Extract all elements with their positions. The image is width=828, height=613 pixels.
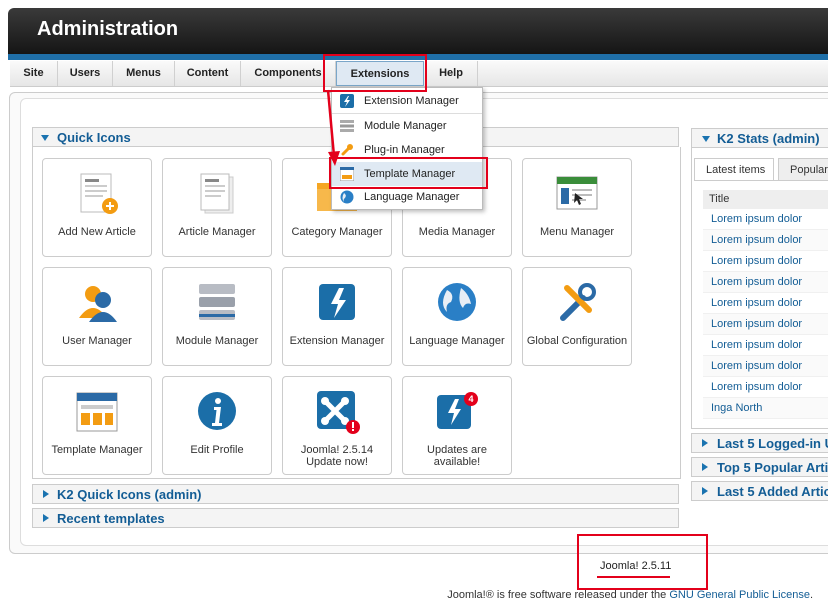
expand-arrow-icon	[43, 490, 49, 498]
add-article-icon	[80, 173, 118, 214]
quick-icons-title: Quick Icons	[57, 130, 131, 145]
k2-stats-header[interactable]: K2 Stats (admin)	[691, 128, 828, 148]
table-row[interactable]: Inga North	[703, 398, 828, 419]
tile-label: Language Manager	[409, 335, 505, 347]
menu-item-label: Extension Manager	[364, 95, 459, 107]
expand-arrow-icon	[702, 487, 708, 495]
template-manager-icon	[76, 392, 118, 432]
table-row[interactable]: Lorem ipsum dolor	[703, 293, 828, 314]
footer: Joomla!® is free software released under…	[0, 589, 813, 601]
article-manager-icon	[200, 173, 234, 214]
recent-templates-header[interactable]: Recent templates	[32, 508, 679, 528]
footer-suffix: .	[809, 589, 813, 601]
k2-stats-title: K2 Stats (admin)	[717, 131, 820, 146]
tile-label: Category Manager	[291, 226, 383, 238]
tile-label: Module Manager	[175, 335, 259, 347]
joomla-update-icon	[317, 391, 360, 434]
k2-last-added-header[interactable]: Last 5 Added Artic	[691, 481, 828, 501]
tile-label: Template Manager	[51, 444, 143, 456]
tile-template-manager[interactable]: Template Manager	[42, 376, 152, 475]
extension-manager-icon	[319, 284, 355, 320]
section-title: Last 5 Logged-in U	[717, 436, 828, 451]
table-row[interactable]: Lorem ipsum dolor	[703, 377, 828, 398]
menu-manager-icon	[556, 176, 598, 210]
tile-label: Media Manager	[418, 226, 496, 238]
menu-help[interactable]: Help	[425, 61, 478, 86]
global-configuration-icon	[560, 283, 596, 321]
tile-article-manager[interactable]: Article Manager	[162, 158, 272, 257]
section-title: K2 Quick Icons (admin)	[57, 487, 202, 502]
section-title: Last 5 Added Artic	[717, 484, 828, 499]
version-underline	[597, 576, 670, 578]
expand-arrow-icon	[702, 439, 708, 447]
menu-components[interactable]: Components	[241, 61, 336, 86]
tile-label: Article Manager	[178, 226, 256, 238]
module-manager-icon	[199, 284, 235, 320]
footer-text: Joomla!® is free software released under…	[447, 589, 670, 601]
extensions-dropdown-menu: Extension Manager Module Manager Plug-in…	[331, 87, 483, 210]
tile-label: Updates are available!	[427, 444, 487, 468]
menu-users[interactable]: Users	[58, 61, 113, 86]
tile-add-new-article[interactable]: Add New Article	[42, 158, 152, 257]
language-icon	[340, 190, 354, 204]
collapse-arrow-icon	[41, 135, 49, 141]
tile-label: Edit Profile	[190, 444, 244, 456]
tile-label: Global Configuration	[526, 335, 628, 347]
admin-header: Administration	[8, 8, 828, 54]
menu-content[interactable]: Content	[175, 61, 241, 86]
table-row[interactable]: Lorem ipsum dolor	[703, 230, 828, 251]
tile-extension-manager[interactable]: Extension Manager	[282, 267, 392, 366]
table-row[interactable]: Lorem ipsum dolor	[703, 314, 828, 335]
language-manager-icon	[438, 283, 476, 321]
menu-site[interactable]: Site	[10, 61, 58, 86]
k2-last-logged-in-header[interactable]: Last 5 Logged-in U	[691, 433, 828, 453]
menu-item-label: Module Manager	[364, 120, 447, 132]
expand-arrow-icon	[702, 463, 708, 471]
menu-menus[interactable]: Menus	[113, 61, 175, 86]
table-row[interactable]: Lorem ipsum dolor	[703, 209, 828, 230]
tile-updates-available[interactable]: 4 Updates are available!	[402, 376, 512, 475]
table-header-title: Title	[703, 190, 828, 209]
table-row[interactable]: Lorem ipsum dolor	[703, 356, 828, 377]
table-row[interactable]: Lorem ipsum dolor	[703, 272, 828, 293]
k2-quick-icons-header[interactable]: K2 Quick Icons (admin)	[32, 484, 679, 504]
tile-module-manager[interactable]: Module Manager	[162, 267, 272, 366]
highlight-extensions-box	[323, 54, 427, 92]
tile-joomla-update[interactable]: Joomla! 2.5.14 Update now!	[282, 376, 392, 475]
tab-popular[interactable]: Popular	[778, 158, 828, 180]
edit-profile-icon	[198, 392, 236, 430]
tile-label: Extension Manager	[289, 335, 385, 347]
highlight-template-manager-box	[329, 157, 488, 189]
svg-text:4: 4	[468, 394, 473, 404]
tile-label: Joomla! 2.5.14 Update now!	[300, 444, 374, 468]
k2-top-popular-header[interactable]: Top 5 Popular Arti	[691, 457, 828, 477]
joomla-version: Joomla! 2.5.11	[600, 560, 672, 572]
tile-language-manager[interactable]: Language Manager	[402, 267, 512, 366]
tab-divider	[694, 180, 828, 181]
menu-item-module-manager[interactable]: Module Manager	[332, 114, 482, 138]
table-row[interactable]: Lorem ipsum dolor	[703, 335, 828, 356]
tab-latest-items[interactable]: Latest items	[694, 158, 774, 180]
tile-label: Add New Article	[58, 226, 136, 238]
tile-label: Menu Manager	[540, 226, 614, 238]
tile-global-configuration[interactable]: Global Configuration	[522, 267, 632, 366]
tile-user-manager[interactable]: User Manager	[42, 267, 152, 366]
tile-label: User Manager	[62, 335, 132, 347]
red-arrow-icon	[326, 89, 340, 166]
tile-edit-profile[interactable]: Edit Profile	[162, 376, 272, 475]
gpl-license-link[interactable]: GNU General Public License	[669, 589, 810, 601]
section-title: Top 5 Popular Arti	[717, 460, 828, 475]
section-title: Recent templates	[57, 511, 165, 526]
tile-menu-manager[interactable]: Menu Manager	[522, 158, 632, 257]
menu-item-extension-manager[interactable]: Extension Manager	[332, 89, 482, 113]
user-manager-icon	[79, 286, 117, 322]
updates-available-icon: 4	[437, 392, 478, 429]
expand-arrow-icon	[43, 514, 49, 522]
table-row[interactable]: Lorem ipsum dolor	[703, 251, 828, 272]
page-title: Administration	[37, 18, 179, 40]
collapse-arrow-icon	[702, 136, 710, 142]
